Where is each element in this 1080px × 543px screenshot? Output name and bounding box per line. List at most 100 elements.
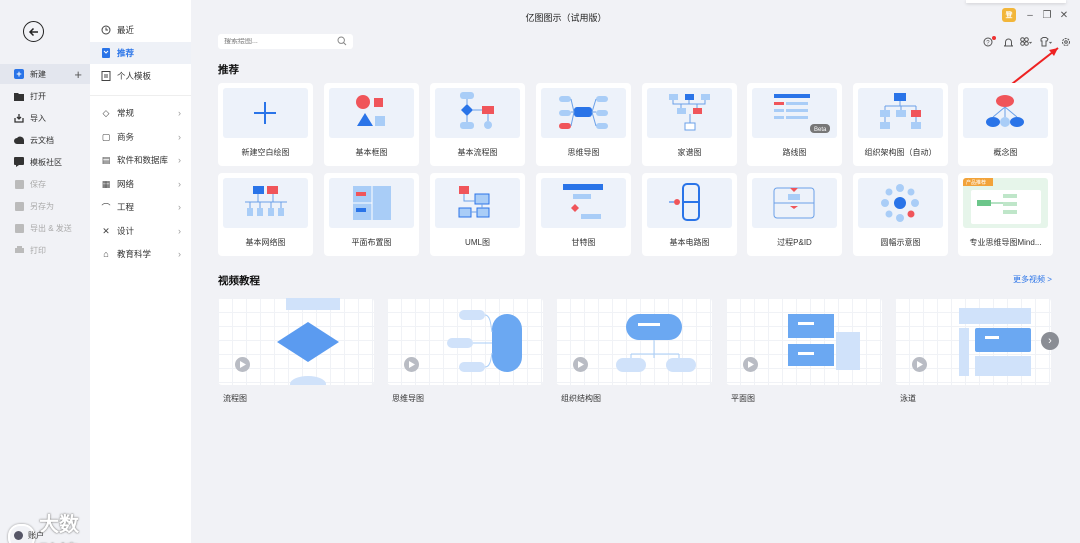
template-thumbnail: [647, 178, 732, 228]
briefcase-icon: ▢: [101, 131, 111, 142]
video-card-swimlane[interactable]: [895, 298, 1051, 385]
rail-save-as[interactable]: 另存为: [0, 196, 90, 216]
search-box[interactable]: [218, 34, 353, 49]
template-thumbnail: 产品推荐: [963, 178, 1048, 228]
rail-save-as-label: 另存为: [30, 201, 54, 211]
template-floor-plan[interactable]: 平面布置图: [324, 173, 419, 256]
chevron-right-icon: ›: [178, 132, 181, 142]
template-family-tree[interactable]: 家谱图: [642, 83, 737, 166]
template-network[interactable]: 基本网络图: [218, 173, 313, 256]
play-icon[interactable]: [404, 357, 419, 372]
search-icon[interactable]: [337, 36, 347, 46]
video-card-org[interactable]: [556, 298, 712, 385]
template-thumbnail: [963, 88, 1048, 138]
rail-new[interactable]: + 新建 +: [0, 64, 90, 84]
template-gantt[interactable]: 甘特图: [536, 173, 631, 256]
video-label: 泳道: [900, 394, 916, 403]
account-item[interactable]: 账户: [14, 530, 44, 541]
template-pro-mindmap[interactable]: 产品推荐 专业思维导图Mind...: [958, 173, 1053, 256]
play-icon[interactable]: [743, 357, 758, 372]
folder-icon: [14, 91, 24, 101]
template-flowchart[interactable]: 基本流程图: [430, 83, 525, 166]
add-plus-icon[interactable]: +: [74, 67, 82, 82]
rail-export-label: 导出 & 发送: [30, 223, 72, 233]
template-label: UML图: [465, 238, 490, 247]
category-engineering-label: 工程: [117, 202, 135, 212]
software-icon: ▤: [101, 154, 111, 165]
template-thumbnail: [541, 178, 626, 228]
tooltip-edge: [966, 0, 1066, 3]
rail-export[interactable]: 导出 & 发送: [0, 218, 90, 238]
export-icon: [14, 223, 24, 233]
template-pid[interactable]: 过程P&ID: [747, 173, 842, 256]
category-recommended-label: 推荐: [117, 48, 135, 58]
template-thumbnail: Beta: [752, 88, 837, 138]
category-recommended[interactable]: 推荐: [90, 42, 191, 64]
video-card-floorplan[interactable]: [726, 298, 882, 385]
new-icon: +: [14, 69, 24, 79]
carousel-next-icon[interactable]: ›: [1041, 332, 1059, 350]
video-card-flowchart[interactable]: [218, 298, 374, 385]
minimize-icon[interactable]: –: [1023, 8, 1037, 22]
close-icon[interactable]: ✕: [1057, 8, 1071, 22]
template-roadmap[interactable]: Beta 路线图: [747, 83, 842, 166]
category-business[interactable]: ▢ 商务 ›: [90, 126, 191, 148]
video-card-mindmap[interactable]: [387, 298, 543, 385]
template-label: 家谱图: [677, 148, 702, 157]
window-title: 亿图图示（试用版）: [525, 13, 607, 23]
template-uml[interactable]: UML图: [430, 173, 525, 256]
design-icon: ✕: [102, 225, 110, 236]
restore-icon[interactable]: ❐: [1040, 8, 1054, 22]
notification-dot: [992, 36, 996, 40]
template-label: 路线图: [782, 148, 807, 157]
rail-cloud-label: 云文档: [30, 135, 54, 145]
category-personal[interactable]: 个人模板: [90, 65, 191, 87]
template-thumbnail: [435, 88, 520, 138]
play-icon[interactable]: [912, 357, 927, 372]
rail-print[interactable]: 打印: [0, 240, 90, 260]
template-org-chart[interactable]: 组织架构图（自动）: [853, 83, 948, 166]
category-recent[interactable]: 最近: [90, 19, 191, 41]
template-basic-block[interactable]: 基本框图: [324, 83, 419, 166]
rail-save[interactable]: 保存: [0, 174, 90, 194]
category-general[interactable]: ◇ 常规 ›: [90, 102, 191, 124]
rail-import[interactable]: 导入: [0, 108, 90, 128]
template-blank[interactable]: 新建空白绘图: [218, 83, 313, 166]
chevron-right-icon: ›: [178, 179, 181, 189]
rail-open[interactable]: 打开: [0, 86, 90, 106]
category-engineering[interactable]: ⌒ 工程 ›: [90, 196, 191, 218]
video-label: 流程图: [223, 394, 247, 403]
rail-cloud[interactable]: 云文档: [0, 130, 90, 150]
category-software[interactable]: ▤ 软件和数据库 ›: [90, 149, 191, 171]
template-concept-map[interactable]: 概念图: [958, 83, 1053, 166]
left-rail: + 新建 + 打开 导入 云文档 模板社区 保存 另存为 导出 & 发送 打印 …: [0, 0, 90, 543]
category-recent-label: 最近: [117, 25, 135, 35]
template-mindmap[interactable]: 思维导图: [536, 83, 631, 166]
template-circuit[interactable]: 基本电路图: [642, 173, 737, 256]
helmet-icon: ⌒: [101, 202, 111, 213]
category-software-label: 软件和数据库: [117, 155, 169, 165]
back-arrow-icon[interactable]: [23, 21, 44, 42]
template-circle-diagram[interactable]: 圆幅示意图: [853, 173, 948, 256]
category-divider: [90, 95, 191, 96]
more-videos-link[interactable]: 更多视频 >: [1013, 274, 1052, 285]
play-icon[interactable]: [573, 357, 588, 372]
category-network-label: 网络: [117, 179, 135, 189]
category-network[interactable]: ▦ 网络 ›: [90, 173, 191, 195]
chevron-right-icon: ›: [178, 155, 181, 165]
login-badge[interactable]: 登: [1002, 8, 1016, 22]
chevron-right-icon: ›: [178, 249, 181, 259]
category-design[interactable]: ✕ 设计 ›: [90, 220, 191, 242]
search-input[interactable]: [224, 38, 334, 45]
rail-save-label: 保存: [30, 179, 46, 189]
rail-community[interactable]: 模板社区: [0, 152, 90, 172]
category-business-label: 商务: [117, 132, 135, 142]
template-thumbnail: [752, 178, 837, 228]
cloud-icon: [14, 135, 24, 145]
play-icon[interactable]: [235, 357, 250, 372]
template-label: 概念图: [993, 148, 1018, 157]
template-label: 基本流程图: [457, 148, 498, 157]
template-thumbnail: [435, 178, 520, 228]
videos-title: 视频教程: [218, 275, 260, 287]
category-education[interactable]: ⌂ 教育科学 ›: [90, 243, 191, 265]
